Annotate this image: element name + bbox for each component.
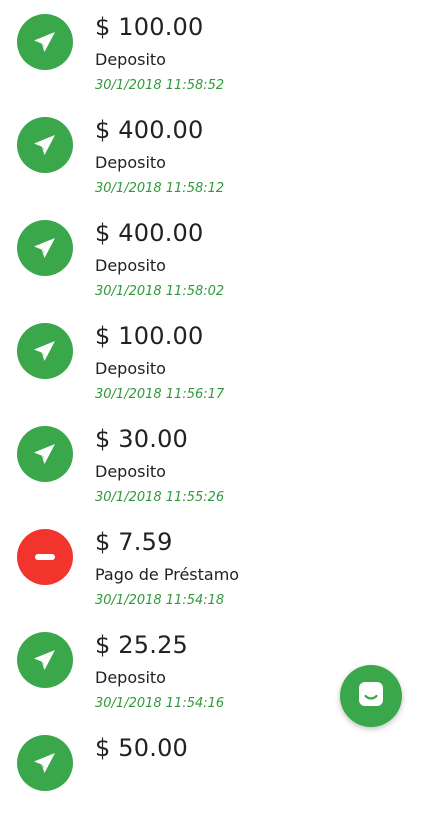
transaction-row[interactable]: $ 400.00 Deposito 30/1/2018 11:58:12 bbox=[0, 103, 422, 206]
transaction-type: Pago de Préstamo bbox=[95, 565, 240, 584]
transaction-type: Deposito bbox=[95, 256, 166, 275]
deposit-avatar bbox=[17, 632, 73, 688]
transaction-datetime: 30/1/2018 11:55:26 bbox=[95, 490, 225, 505]
send-plane-icon bbox=[30, 439, 60, 469]
transaction-datetime: 30/1/2018 11:54:16 bbox=[95, 696, 225, 711]
chat-icon bbox=[356, 679, 386, 713]
transaction-amount: $ 100.00 bbox=[95, 322, 204, 350]
deposit-avatar bbox=[17, 220, 73, 276]
deposit-avatar bbox=[17, 117, 73, 173]
transaction-type: Deposito bbox=[95, 462, 166, 481]
deposit-avatar bbox=[17, 426, 73, 482]
transaction-amount: $ 400.00 bbox=[95, 116, 204, 144]
transaction-datetime: 30/1/2018 11:58:12 bbox=[95, 181, 225, 196]
send-plane-icon bbox=[30, 336, 60, 366]
transaction-datetime: 30/1/2018 11:56:17 bbox=[95, 387, 225, 402]
transaction-datetime: 30/1/2018 11:58:02 bbox=[95, 284, 225, 299]
deposit-avatar bbox=[17, 323, 73, 379]
transaction-type: Deposito bbox=[95, 359, 166, 378]
send-plane-icon bbox=[30, 233, 60, 263]
send-plane-icon bbox=[30, 130, 60, 160]
transaction-amount: $ 30.00 bbox=[95, 425, 189, 453]
deposit-avatar bbox=[17, 14, 73, 70]
transaction-type: Deposito bbox=[95, 668, 166, 687]
transaction-row[interactable]: $ 7.59 Pago de Préstamo 30/1/2018 11:54:18 bbox=[0, 515, 422, 618]
transaction-type: Deposito bbox=[95, 153, 166, 172]
transaction-row[interactable]: $ 30.00 Deposito 30/1/2018 11:55:26 bbox=[0, 412, 422, 515]
chat-button[interactable] bbox=[340, 665, 402, 727]
deposit-avatar bbox=[17, 735, 73, 791]
send-plane-icon bbox=[30, 748, 60, 778]
transaction-amount: $ 400.00 bbox=[95, 219, 204, 247]
transaction-row[interactable]: $ 50.00 bbox=[0, 721, 422, 824]
transaction-datetime: 30/1/2018 11:54:18 bbox=[95, 593, 225, 608]
transaction-row[interactable]: $ 400.00 Deposito 30/1/2018 11:58:02 bbox=[0, 206, 422, 309]
transaction-type: Deposito bbox=[95, 50, 166, 69]
transaction-amount: $ 25.25 bbox=[95, 631, 189, 659]
minus-circle-icon bbox=[30, 542, 60, 572]
send-plane-icon bbox=[30, 645, 60, 675]
transaction-row[interactable]: $ 100.00 Deposito 30/1/2018 11:58:52 bbox=[0, 0, 422, 103]
send-plane-icon bbox=[30, 27, 60, 57]
transaction-amount: $ 50.00 bbox=[95, 734, 189, 762]
payment-avatar bbox=[17, 529, 73, 585]
transaction-row[interactable]: $ 100.00 Deposito 30/1/2018 11:56:17 bbox=[0, 309, 422, 412]
transaction-amount: $ 7.59 bbox=[95, 528, 173, 556]
transaction-amount: $ 100.00 bbox=[95, 13, 204, 41]
transaction-datetime: 30/1/2018 11:58:52 bbox=[95, 78, 225, 93]
